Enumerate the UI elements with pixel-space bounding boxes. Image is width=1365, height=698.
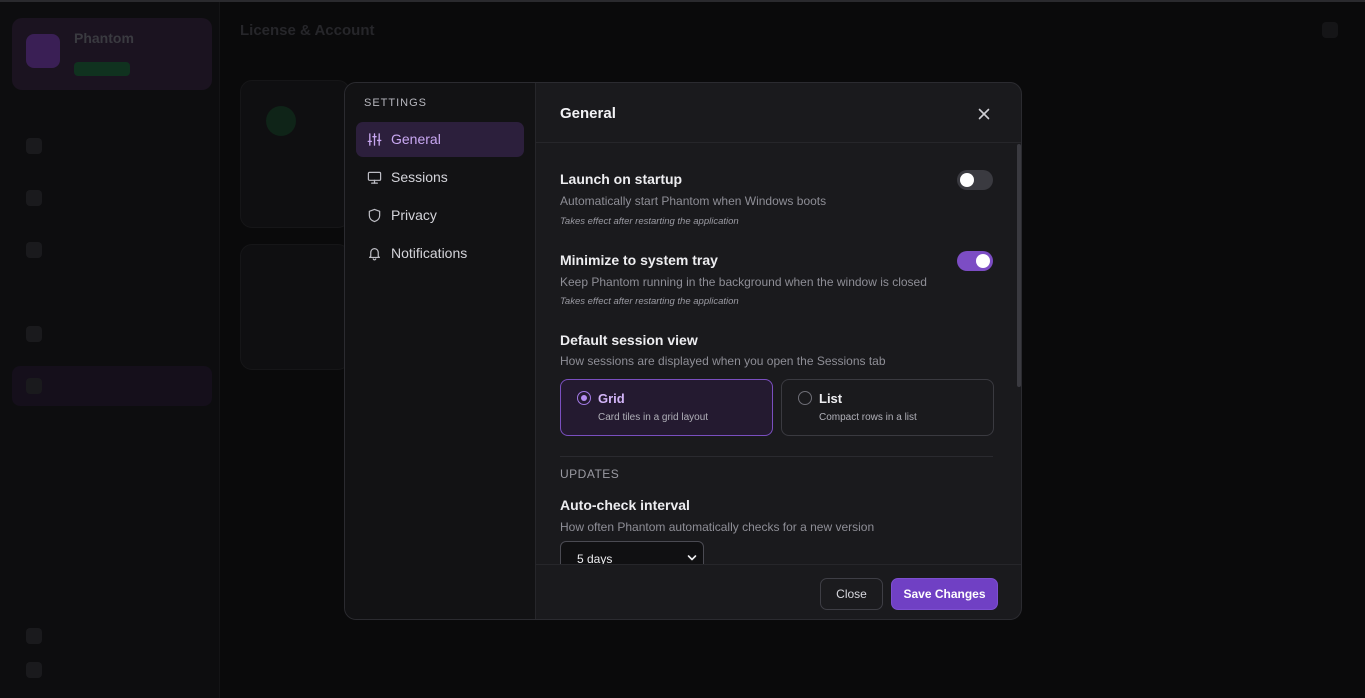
app-root: Phantom License & Account SETTINGS Gener… [0,0,1365,698]
radio-button [798,391,812,405]
background-nav-item [12,230,212,270]
view-option-label: List [819,391,843,406]
settings-nav-sessions[interactable]: Sessions [356,160,524,195]
save-changes-button[interactable]: Save Changes [891,578,998,610]
toggle-knob [976,254,990,268]
background-card-icon [266,106,296,136]
toggle-knob [960,173,974,187]
auto-check-interval-description: How often Phantom automatically checks f… [560,520,875,534]
background-nav-item [12,650,212,690]
background-nav-item [12,314,212,354]
launch-on-startup-description: Automatically start Phantom when Windows… [560,194,827,208]
chevron-down-icon [687,555,697,561]
background-nav-item [12,126,212,166]
minimize-to-tray-toggle[interactable] [957,251,993,271]
settings-nav-label: Sessions [391,169,448,185]
settings-nav-privacy[interactable]: Privacy [356,198,524,233]
sliders-icon [367,133,382,146]
background-page-header: License & Account [240,22,375,39]
background-sidebar: Phantom [0,2,220,698]
background-corner-icon [1322,22,1338,38]
select-value: 5 days [577,552,613,564]
auto-check-interval-select[interactable]: 5 days [560,541,704,564]
settings-footer: Close Save Changes [536,564,1021,619]
minimize-to-tray-description: Keep Phantom running in the background w… [560,275,927,289]
view-option-list[interactable]: List Compact rows in a list [781,379,994,436]
view-option-grid[interactable]: Grid Card tiles in a grid layout [560,379,773,436]
settings-nav-label: Privacy [391,207,437,223]
minimize-to-tray-note: Takes effect after restarting the applic… [560,296,739,307]
background-app-name: Phantom [74,30,134,46]
view-option-label: Grid [598,391,625,406]
updates-section-label: UPDATES [560,467,620,481]
background-status-badge [74,62,130,76]
minimize-to-tray-title: Minimize to system tray [560,252,718,268]
close-button[interactable]: Close [820,578,883,610]
settings-nav-label: Notifications [391,245,468,261]
view-option-description: Compact rows in a list [819,412,917,423]
settings-sidebar: SETTINGS General Sessions Privacy Notifi… [345,83,536,619]
background-card [240,80,350,228]
background-nav-item-active [12,366,212,406]
settings-body: Launch on startup Automatically start Ph… [536,144,1021,564]
default-view-title: Default session view [560,332,698,348]
background-avatar [26,34,60,68]
launch-on-startup-toggle[interactable] [957,170,993,190]
settings-header: General [536,83,1021,143]
settings-nav-label: General [391,131,441,147]
radio-button-selected [577,391,591,405]
shield-icon [368,208,381,223]
settings-scrollbar[interactable] [1017,144,1021,387]
settings-content: General Launch on startup Automatically … [536,83,1021,619]
close-icon[interactable] [973,103,995,125]
settings-sidebar-title: SETTINGS [364,97,428,109]
section-divider [560,456,993,457]
settings-nav-notifications[interactable]: Notifications [356,236,524,271]
settings-modal: SETTINGS General Sessions Privacy Notifi… [344,82,1022,620]
launch-on-startup-note: Takes effect after restarting the applic… [560,216,739,227]
settings-title: General [560,105,616,122]
view-option-description: Card tiles in a grid layout [598,412,709,423]
bell-icon [369,248,380,261]
default-view-description: How sessions are displayed when you open… [560,354,886,368]
background-nav-item [12,178,212,218]
background-card [240,244,350,370]
launch-on-startup-title: Launch on startup [560,171,683,187]
auto-check-interval-title: Auto-check interval [560,497,690,513]
background-profile-card: Phantom [12,18,212,90]
settings-nav-general[interactable]: General [356,122,524,157]
monitor-icon [367,171,382,184]
